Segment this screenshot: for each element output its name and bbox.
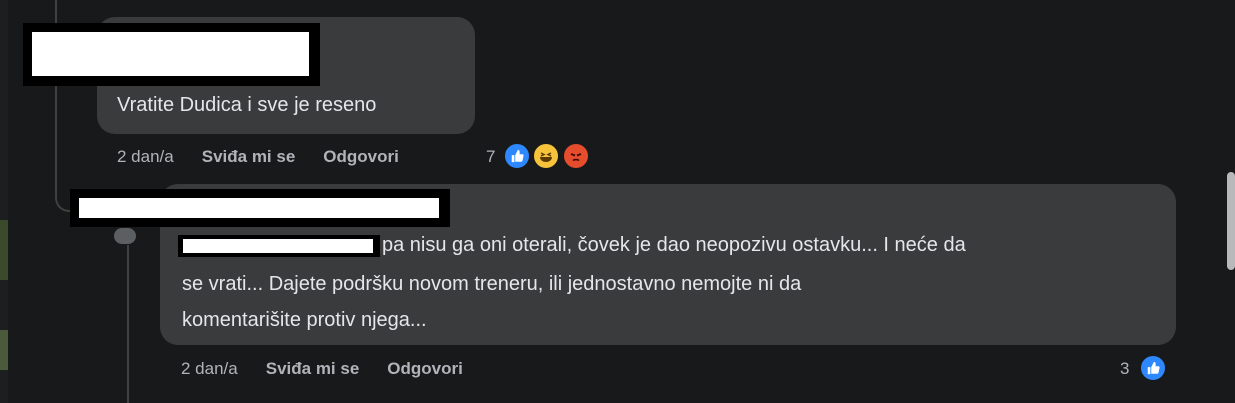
- left-edge-strip: [0, 0, 8, 403]
- like-icon[interactable]: [503, 142, 531, 170]
- timestamp[interactable]: 2 dan/a: [181, 359, 238, 379]
- comment-actions: 2 dan/a Sviđa mi se Odgovori: [181, 359, 491, 379]
- redacted-mention: [178, 235, 380, 257]
- edge-thumbnail: [0, 220, 8, 280]
- reply-button[interactable]: Odgovori: [323, 147, 399, 167]
- angry-icon[interactable]: [562, 142, 590, 170]
- like-button[interactable]: Sviđa mi se: [266, 359, 360, 379]
- redacted-author-name: [23, 23, 320, 86]
- comment-text: se vrati... Dajete podršku novom treneru…: [182, 273, 802, 295]
- thread-line: [127, 245, 129, 403]
- comment-text: Vratite Dudica i sve je reseno: [117, 94, 377, 116]
- avatar[interactable]: [114, 228, 136, 244]
- haha-icon[interactable]: [532, 142, 560, 170]
- reply-button[interactable]: Odgovori: [387, 359, 463, 379]
- like-icon[interactable]: [1139, 354, 1167, 382]
- comment-actions: 2 dan/a Sviđa mi se Odgovori: [117, 147, 427, 167]
- reaction-count[interactable]: 7: [486, 147, 495, 167]
- redacted-author-name: [70, 189, 450, 227]
- like-button[interactable]: Sviđa mi se: [202, 147, 296, 167]
- reaction-count[interactable]: 3: [1120, 359, 1129, 379]
- comment-text: komentarišite protiv njega...: [182, 309, 427, 331]
- timestamp[interactable]: 2 dan/a: [117, 147, 174, 167]
- scrollbar-thumb[interactable]: [1227, 172, 1235, 270]
- comment-text: pa nisu ga oni oterali, čovek je dao neo…: [382, 234, 966, 256]
- edge-thumbnail: [0, 330, 8, 370]
